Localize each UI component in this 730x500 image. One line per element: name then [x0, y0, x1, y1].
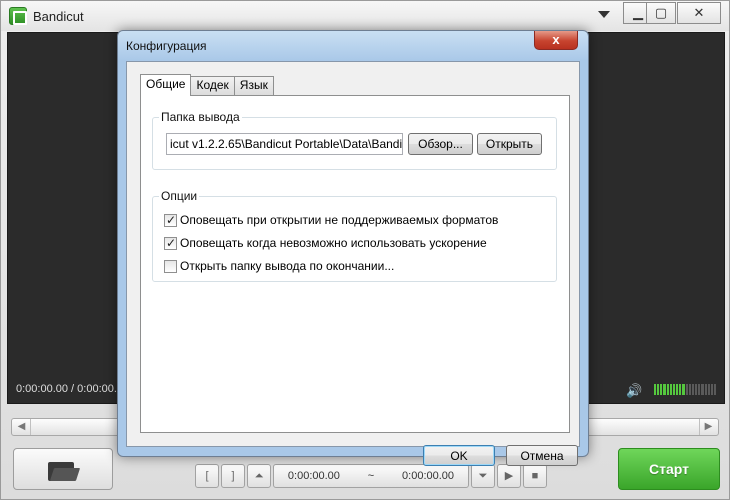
configuration-dialog: Конфигурация x Общие Кодек Язык Папка вы… [117, 30, 589, 466]
cancel-button[interactable]: Отмена [506, 445, 578, 466]
tab-codec[interactable]: Кодек [190, 76, 235, 95]
volume-bar [679, 384, 682, 395]
ok-button[interactable]: OK [423, 445, 495, 466]
option-acceleration[interactable]: Оповещать когда невозможно использовать … [164, 235, 487, 251]
volume-bar [713, 384, 717, 395]
tab-general[interactable]: Общие [140, 74, 192, 96]
volume-bar [660, 384, 663, 395]
open-folder-button[interactable]: Открыть [477, 133, 542, 155]
close-button[interactable]: ✕ [677, 2, 721, 24]
checkbox-unsupported-format[interactable] [164, 213, 177, 227]
bandicut-logo-icon [9, 7, 27, 25]
dialog-title: Конфигурация [126, 39, 207, 53]
tab-strip: Общие Кодек Язык [140, 74, 274, 96]
seek-right-arrow-icon[interactable]: ▶ [699, 419, 717, 435]
dialog-body: Общие Кодек Язык Папка вывода icut v1.2.… [126, 61, 580, 466]
volume-bar [682, 384, 685, 395]
general-tab-panel: Папка вывода icut v1.2.2.65\Bandicut Por… [140, 95, 570, 433]
volume-bar [701, 384, 704, 395]
volume-bar [704, 384, 707, 395]
checkbox-acceleration[interactable] [164, 236, 177, 250]
tab-language[interactable]: Язык [233, 76, 274, 95]
volume-bar [669, 384, 672, 395]
app-title: Bandicut [33, 9, 84, 24]
option-open-folder[interactable]: Открыть папку вывода по окончании... [164, 258, 394, 274]
volume-bar [685, 384, 688, 395]
range-end-value: 0:00:00.00 [402, 470, 455, 482]
open-file-button[interactable] [13, 448, 113, 490]
volume-bar [654, 384, 657, 395]
range-separator: ~ [367, 470, 375, 482]
volume-bar [676, 384, 679, 395]
play-button[interactable]: ▶ [497, 464, 521, 488]
option-label: Открыть папку вывода по окончании... [180, 259, 395, 273]
start-button[interactable]: Старт [618, 448, 720, 490]
spin-up-button[interactable]: ⏶ [247, 464, 271, 488]
open-folder-icon [48, 459, 81, 481]
option-unsupported-format[interactable]: Оповещать при открытии не поддерживаемых… [164, 212, 498, 228]
range-field[interactable]: 0:00:00.00 ~ 0:00:00.00 [273, 464, 469, 488]
option-label: Оповещать когда невозможно использовать … [180, 236, 487, 250]
volume-meter[interactable] [654, 384, 717, 395]
menu-dropdown-icon[interactable] [598, 11, 610, 18]
maximize-button[interactable]: ▢ [646, 2, 676, 24]
volume-bar [663, 384, 666, 395]
title-bar: Bandicut ▁ ▢ ✕ [1, 1, 729, 31]
volume-bar [688, 384, 691, 395]
time-readout: 0:00:00.00 / 0:00:00. [16, 383, 117, 395]
set-start-button[interactable]: [ [195, 464, 219, 488]
output-path-input[interactable]: icut v1.2.2.65\Bandicut Portable\Data\Ba… [166, 133, 403, 155]
options-label: Опции [159, 189, 200, 203]
seek-left-arrow-icon[interactable]: ◀ [13, 419, 31, 435]
output-folder-label: Папка вывода [159, 110, 242, 124]
dialog-close-button[interactable]: x [534, 31, 578, 50]
stop-button[interactable]: ■ [523, 464, 547, 488]
range-start-value: 0:00:00.00 [287, 470, 340, 482]
volume-bar [695, 384, 698, 395]
volume-bar [691, 384, 695, 395]
volume-bar [710, 384, 713, 395]
volume-bar [707, 384, 710, 395]
checkbox-open-folder[interactable] [164, 259, 177, 273]
option-label: Оповещать при открытии не поддерживаемых… [180, 213, 499, 227]
set-end-button[interactable]: ] [221, 464, 245, 488]
bottom-controls: [ ] ⏶ 0:00:00.00 ~ 0:00:00.00 ⏷ ▶ ■ [195, 464, 547, 490]
volume-bar [666, 384, 669, 395]
volume-bar [657, 384, 660, 395]
volume-bar [698, 384, 701, 395]
options-group: Опции Оповещать при открытии не поддержи… [152, 189, 557, 282]
output-folder-group: Папка вывода icut v1.2.2.65\Bandicut Por… [152, 110, 557, 170]
spin-down-button[interactable]: ⏷ [471, 464, 495, 488]
speaker-icon[interactable]: 🔊 [626, 383, 642, 399]
browse-button[interactable]: Обзор... [408, 133, 473, 155]
volume-bar [672, 384, 676, 395]
